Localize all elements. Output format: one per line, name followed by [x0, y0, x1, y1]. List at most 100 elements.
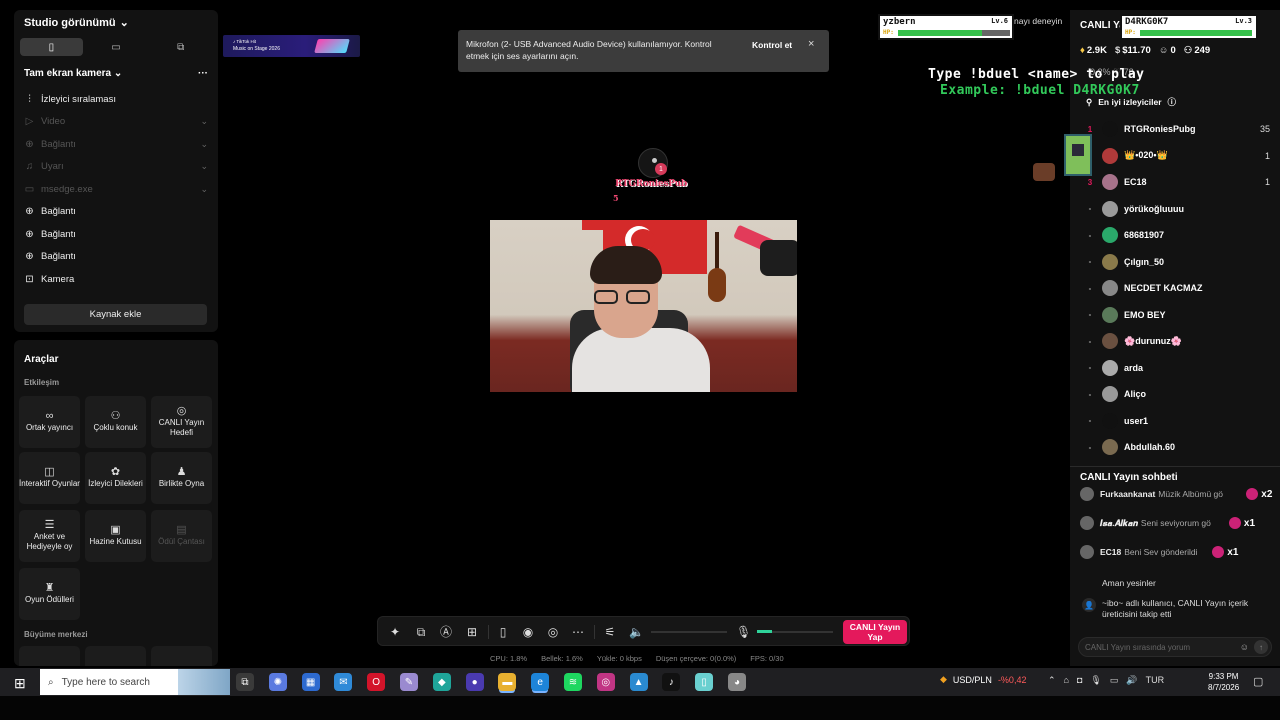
- chat-icon[interactable]: ✎: [400, 673, 418, 691]
- source-item[interactable]: ▷ Video ⌄: [24, 111, 208, 134]
- tiktok-icon[interactable]: ♪: [662, 673, 681, 691]
- chrome-icon[interactable]: ◕: [728, 673, 746, 691]
- tool-button[interactable]: ▤ Ödül Çantası: [151, 510, 212, 562]
- tool-button[interactable]: ◎ CANLI Yayın Hedefi: [151, 396, 212, 448]
- send-icon[interactable]: ↑: [1254, 640, 1268, 654]
- phone-icon[interactable]: ▯: [496, 625, 510, 639]
- volume-slider[interactable]: [651, 631, 727, 633]
- source-item[interactable]: ⊕ Bağlantı: [24, 223, 208, 246]
- record-icon[interactable]: ◉: [521, 625, 535, 639]
- monitor-landscape-icon[interactable]: ▭: [85, 38, 148, 56]
- opera-icon[interactable]: O: [367, 673, 386, 691]
- viewer-row[interactable]: - Abdullah.60: [1084, 434, 1270, 461]
- tool-button[interactable]: ⚇ Çoklu konuk: [85, 396, 146, 448]
- tool-button[interactable]: ☰ Anket ve Hediyeyle oy: [19, 510, 80, 562]
- more-options-icon[interactable]: ···: [198, 68, 208, 79]
- magic-wand-icon[interactable]: ✦: [388, 625, 402, 639]
- chevron-down-icon[interactable]: ⌄: [200, 139, 208, 150]
- chevron-down-icon[interactable]: ⌄: [200, 184, 208, 195]
- scene-dropdown[interactable]: Tam ekran kamera ⌄: [24, 68, 122, 79]
- phone-portrait-icon[interactable]: ▯: [20, 38, 83, 56]
- app-icon[interactable]: ◆: [432, 673, 451, 691]
- chat-message[interactable]: Furkaankanat Müzik Albümü gö x2: [1080, 486, 1275, 502]
- fx-widget[interactable]: ◆ USD/PLN -%0,42: [940, 674, 1026, 685]
- tool-button[interactable]: ♟ Birlikte Oyna: [151, 452, 212, 504]
- store-icon[interactable]: ▦: [301, 673, 320, 691]
- chat-input[interactable]: CANLI Yayın sırasında yorum ☺ ↑: [1078, 637, 1272, 657]
- go-live-button[interactable]: CANLI Yayın Yap: [843, 620, 907, 644]
- source-item[interactable]: ⫶ İzleyici sıralaması: [24, 88, 208, 111]
- speaker-icon[interactable]: 🔈: [629, 625, 644, 639]
- speaker-tray-icon[interactable]: 🔊: [1126, 675, 1137, 686]
- chat-message[interactable]: 𝑰𝒔𝒂.𝑨𝒍𝒌𝒂𝒏 Seni seviyorum gö x1: [1080, 515, 1275, 531]
- growth-tool-button[interactable]: ⬢: [151, 646, 212, 666]
- stream-target-icon[interactable]: ◎: [546, 625, 560, 639]
- layout-square-icon[interactable]: ⧉: [149, 38, 212, 56]
- viewer-row[interactable]: - EMO BEY: [1084, 302, 1270, 329]
- ai-effects-icon[interactable]: Ⓐ: [439, 625, 453, 639]
- viewer-row[interactable]: - user1: [1084, 408, 1270, 435]
- emoji-icon[interactable]: ☺: [1240, 642, 1249, 652]
- tool-button[interactable]: ✿ İzleyici Dilekleri: [85, 452, 146, 504]
- add-screen-icon[interactable]: ⊞: [465, 625, 479, 639]
- system-clock[interactable]: 9:33 PM 8/7/2026: [1208, 671, 1239, 693]
- source-item[interactable]: ⊕ Bağlantı: [24, 201, 208, 224]
- source-item[interactable]: ♫ Uyarı ⌄: [24, 156, 208, 179]
- close-icon[interactable]: ×: [808, 38, 814, 50]
- photos-icon[interactable]: ▲: [629, 673, 648, 691]
- viewer-row[interactable]: 3 EC18 1: [1084, 169, 1270, 196]
- viewer-row[interactable]: - NECDET KACMAZ: [1084, 275, 1270, 302]
- viewer-row[interactable]: - yörükoğluuuu: [1084, 196, 1270, 223]
- notifications-icon[interactable]: ▢: [1253, 675, 1263, 688]
- mic-icon[interactable]: 🎙: [736, 625, 751, 639]
- growth-tool-button[interactable]: ♥: [19, 646, 80, 666]
- copilot-icon[interactable]: ✺: [268, 673, 287, 691]
- network-icon[interactable]: ⌂: [1064, 675, 1069, 686]
- studio-view-dropdown[interactable]: Studio görünümü ⌄: [24, 16, 129, 30]
- battery-icon[interactable]: ▭: [1110, 675, 1119, 686]
- taskbar-search[interactable]: ⌕ Type here to search: [40, 669, 230, 695]
- growth-tool-button[interactable]: ▦: [85, 646, 146, 666]
- more-icon[interactable]: ⋯: [571, 625, 585, 639]
- viewer-name: arda: [1124, 362, 1144, 373]
- info-icon[interactable]: ⓘ: [1168, 96, 1177, 108]
- viewer-row[interactable]: - 🌸durunuz🌸: [1084, 328, 1270, 355]
- source-item[interactable]: ▭ msedge.exe ⌄: [24, 178, 208, 201]
- chevron-up-icon[interactable]: ⌃: [1048, 675, 1056, 686]
- tool-button[interactable]: ▣ Hazine Kutusu: [85, 510, 146, 562]
- viewer-row[interactable]: - 68681907: [1084, 222, 1270, 249]
- chat-message[interactable]: EC18 Beni Sev gönderildi x1: [1080, 544, 1275, 560]
- camera-tray-icon[interactable]: ◘: [1077, 675, 1082, 686]
- spotify-icon[interactable]: ≋: [564, 673, 582, 691]
- viewer-row[interactable]: - arda: [1084, 355, 1270, 382]
- viewer-row[interactable]: - Çılgın_50: [1084, 249, 1270, 276]
- file-explorer-icon[interactable]: ▬: [498, 673, 517, 691]
- instagram-icon[interactable]: ◎: [596, 673, 615, 691]
- sliders-icon[interactable]: ⚟: [603, 625, 617, 639]
- mail-icon[interactable]: ✉: [334, 673, 353, 691]
- chevron-down-icon[interactable]: ⌄: [200, 161, 208, 172]
- promo-banner[interactable]: ♪ TikTok Hit Music on Stage 2026: [223, 35, 360, 57]
- language-indicator[interactable]: TUR: [1146, 675, 1165, 686]
- check-button[interactable]: Kontrol et: [746, 38, 798, 52]
- layers-icon[interactable]: ⧉: [414, 625, 428, 639]
- windows-start-icon[interactable]: ⊞: [14, 675, 26, 692]
- tool-button[interactable]: ∞ Ortak yayıncı: [19, 396, 80, 448]
- add-source-button[interactable]: Kaynak ekle: [24, 304, 207, 325]
- obs-icon[interactable]: ●: [465, 673, 484, 691]
- source-item[interactable]: ⊕ Bağlantı: [24, 246, 208, 269]
- viewer-rank: 3: [1087, 177, 1093, 187]
- stream-preview[interactable]: 1 RTGRoniesPub 5: [490, 72, 797, 609]
- tool-button[interactable]: ♜ Oyun Ödülleri: [19, 568, 80, 620]
- source-item[interactable]: ⊕ Bağlantı ⌄: [24, 133, 208, 156]
- task-view-icon[interactable]: ⧉: [236, 673, 254, 691]
- edge-icon[interactable]: e: [531, 673, 550, 691]
- source-item[interactable]: ⊡ Kamera: [24, 268, 208, 291]
- mic-tray-icon[interactable]: 🎙: [1090, 675, 1101, 686]
- viewer-row[interactable]: 2👑•020•👑1: [1084, 143, 1270, 170]
- notes-icon[interactable]: ▯: [695, 673, 714, 691]
- chevron-down-icon[interactable]: ⌄: [200, 116, 208, 127]
- viewer-row[interactable]: - Aliço: [1084, 381, 1270, 408]
- viewer-row[interactable]: 1 RTGRoniesPubg 35: [1084, 116, 1270, 143]
- tool-button[interactable]: ◫ İnteraktif Oyunlar: [19, 452, 80, 504]
